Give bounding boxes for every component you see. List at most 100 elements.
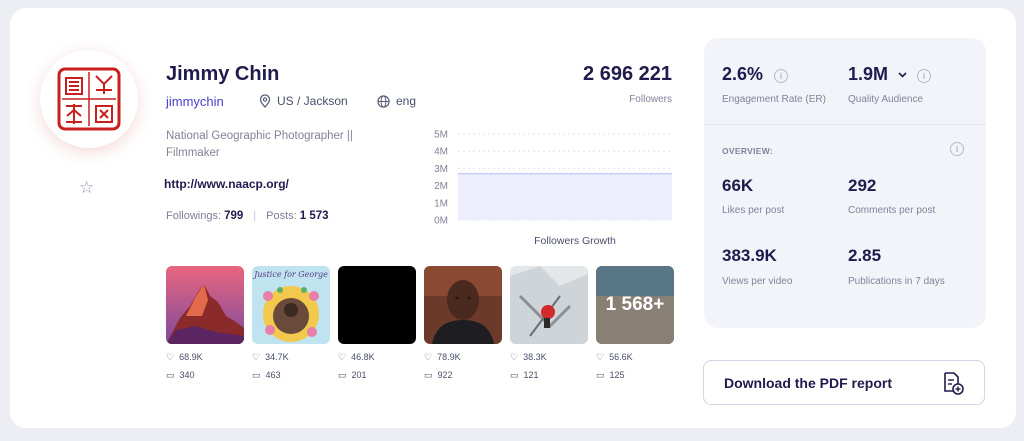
post-card[interactable]: ♡ 46.8K ▭ 201 [338, 266, 416, 380]
likes-count: 56.6K [609, 352, 633, 362]
comments-count: 340 [179, 370, 195, 380]
download-pdf-label: Download the PDF report [724, 375, 892, 391]
y-tick-label: 1M [434, 198, 448, 209]
heart-icon: ♡ [510, 351, 519, 362]
location-pin-icon [259, 94, 271, 108]
post-comments: ▭ 340 [166, 369, 244, 381]
comments-per-post-label: Comments per post [848, 205, 936, 216]
followers-count: 2 696 221 [583, 63, 672, 85]
avatar[interactable] [40, 50, 138, 148]
followings-label: Followings: [166, 210, 222, 222]
views-per-video-value: 383.9K [722, 246, 777, 265]
download-pdf-button[interactable]: Download the PDF report [703, 360, 985, 405]
likes-count: 38.3K [523, 352, 547, 362]
post-likes: ♡ 34.7K [252, 351, 330, 363]
post-comments: ▭ 121 [510, 369, 588, 381]
overview-heading: OVERVIEW: [722, 146, 774, 156]
heart-icon: ♡ [252, 351, 261, 362]
comments-count: 201 [351, 370, 367, 380]
heart-icon: ♡ [338, 351, 347, 362]
post-card[interactable]: ♡ 38.3K ▭ 121 [510, 266, 588, 380]
publications-value: 2.85 [848, 246, 882, 265]
y-tick-label: 0M [434, 216, 448, 227]
comments-count: 922 [437, 370, 453, 380]
favorite-star-icon[interactable]: ☆ [79, 178, 94, 198]
more-posts-thumbnail[interactable]: 1 568+ [596, 266, 674, 344]
globe-icon [377, 94, 390, 108]
comments-count: 125 [609, 370, 625, 380]
views-per-video-label: Views per video [722, 276, 793, 287]
location: US / Jackson [259, 94, 348, 108]
heart-icon: ♡ [424, 351, 433, 362]
profile-name: Jimmy Chin [166, 63, 280, 85]
likes-per-post-label: Likes per post [722, 205, 785, 216]
language-text: eng [396, 94, 417, 108]
publications-label: Publications in 7 days [848, 276, 945, 287]
mountain-photo [166, 266, 244, 344]
comment-icon: ▭ [424, 369, 433, 380]
post-likes: ♡ 56.6K [596, 351, 674, 363]
divider: | [253, 210, 257, 222]
post-comments: ▭ 922 [424, 369, 502, 381]
document-download-icon [944, 372, 964, 395]
info-icon[interactable]: i [774, 69, 788, 83]
seal-logo [57, 67, 121, 131]
post-card[interactable]: ♡ 78.9K ▭ 922 [424, 266, 502, 380]
profile-handle[interactable]: jimmychin [166, 94, 224, 109]
metrics-panel: 2.6% i Engagement Rate (ER) 1.9M i Quali… [704, 38, 986, 328]
posts-count: 1 573 [299, 210, 329, 222]
profile-website-link[interactable]: http://www.naacp.org/ [164, 177, 289, 191]
comment-icon: ▭ [596, 369, 605, 380]
post-card[interactable]: ♡ 68.9K ▭ 340 [166, 266, 244, 380]
language: eng [377, 94, 416, 108]
info-icon[interactable]: i [950, 142, 964, 156]
post-thumbnail[interactable]: Justice for George [252, 266, 330, 344]
post-card[interactable]: Justice for George ♡ 34.7K ▭ 463 [252, 266, 330, 380]
posts-label: Posts: [266, 210, 297, 222]
heart-icon: ♡ [596, 351, 605, 362]
likes-count: 78.9K [437, 352, 461, 362]
profile-counts: Followings: 799 | Posts: 1 573 [166, 210, 329, 222]
post-thumbnail[interactable] [338, 266, 416, 344]
location-text: US / Jackson [277, 94, 348, 108]
y-tick-label: 3M [434, 164, 448, 175]
comments-count: 121 [523, 370, 539, 380]
y-tick-label: 5M [434, 130, 448, 141]
comments-per-post-value: 292 [848, 176, 877, 195]
quality-audience-label: Quality Audience [848, 94, 924, 105]
chevron-down-icon[interactable] [898, 72, 907, 78]
followers-growth-chart: 5M 4M 3M 2M 1M 0M Followers Growth [434, 130, 672, 247]
divider [704, 124, 986, 125]
comment-icon: ▭ [338, 369, 347, 380]
comment-icon: ▭ [166, 369, 175, 380]
post-comments: ▭ 125 [596, 369, 674, 381]
post-card[interactable]: 1 568+ ♡ 56.6K ▭ 125 [596, 266, 674, 380]
post-thumbnail[interactable] [166, 266, 244, 344]
post-comments: ▭ 463 [252, 369, 330, 381]
comments-count: 463 [265, 370, 281, 380]
post-likes: ♡ 68.9K [166, 351, 244, 363]
post-thumbnail[interactable] [424, 266, 502, 344]
heart-icon: ♡ [166, 351, 175, 362]
post-comments: ▭ 201 [338, 369, 416, 381]
info-icon[interactable]: i [917, 69, 931, 83]
likes-count: 68.9K [179, 352, 203, 362]
followings-count: 799 [224, 210, 244, 222]
snow-climber-photo [510, 266, 588, 344]
followers-area [458, 173, 672, 220]
likes-count: 34.7K [265, 352, 289, 362]
comment-icon: ▭ [252, 369, 261, 380]
post-likes: ♡ 38.3K [510, 351, 588, 363]
post-thumbnail[interactable] [510, 266, 588, 344]
engagement-rate-label: Engagement Rate (ER) [722, 94, 826, 105]
y-tick-label: 2M [434, 181, 448, 192]
profile-bio: National Geographic Photographer || Film… [166, 130, 353, 159]
likes-count: 46.8K [351, 352, 375, 362]
more-posts-count: 1 568+ [605, 294, 665, 315]
posts-grid: ♡ 68.9K ▭ 340 Justice for George ♡ 34.7K [166, 266, 674, 380]
y-tick-label: 4M [434, 147, 448, 158]
followers-label: Followers [629, 94, 672, 105]
post-likes: ♡ 78.9K [424, 351, 502, 363]
comment-icon: ▭ [510, 369, 519, 380]
engagement-rate-value: 2.6% [722, 64, 764, 84]
